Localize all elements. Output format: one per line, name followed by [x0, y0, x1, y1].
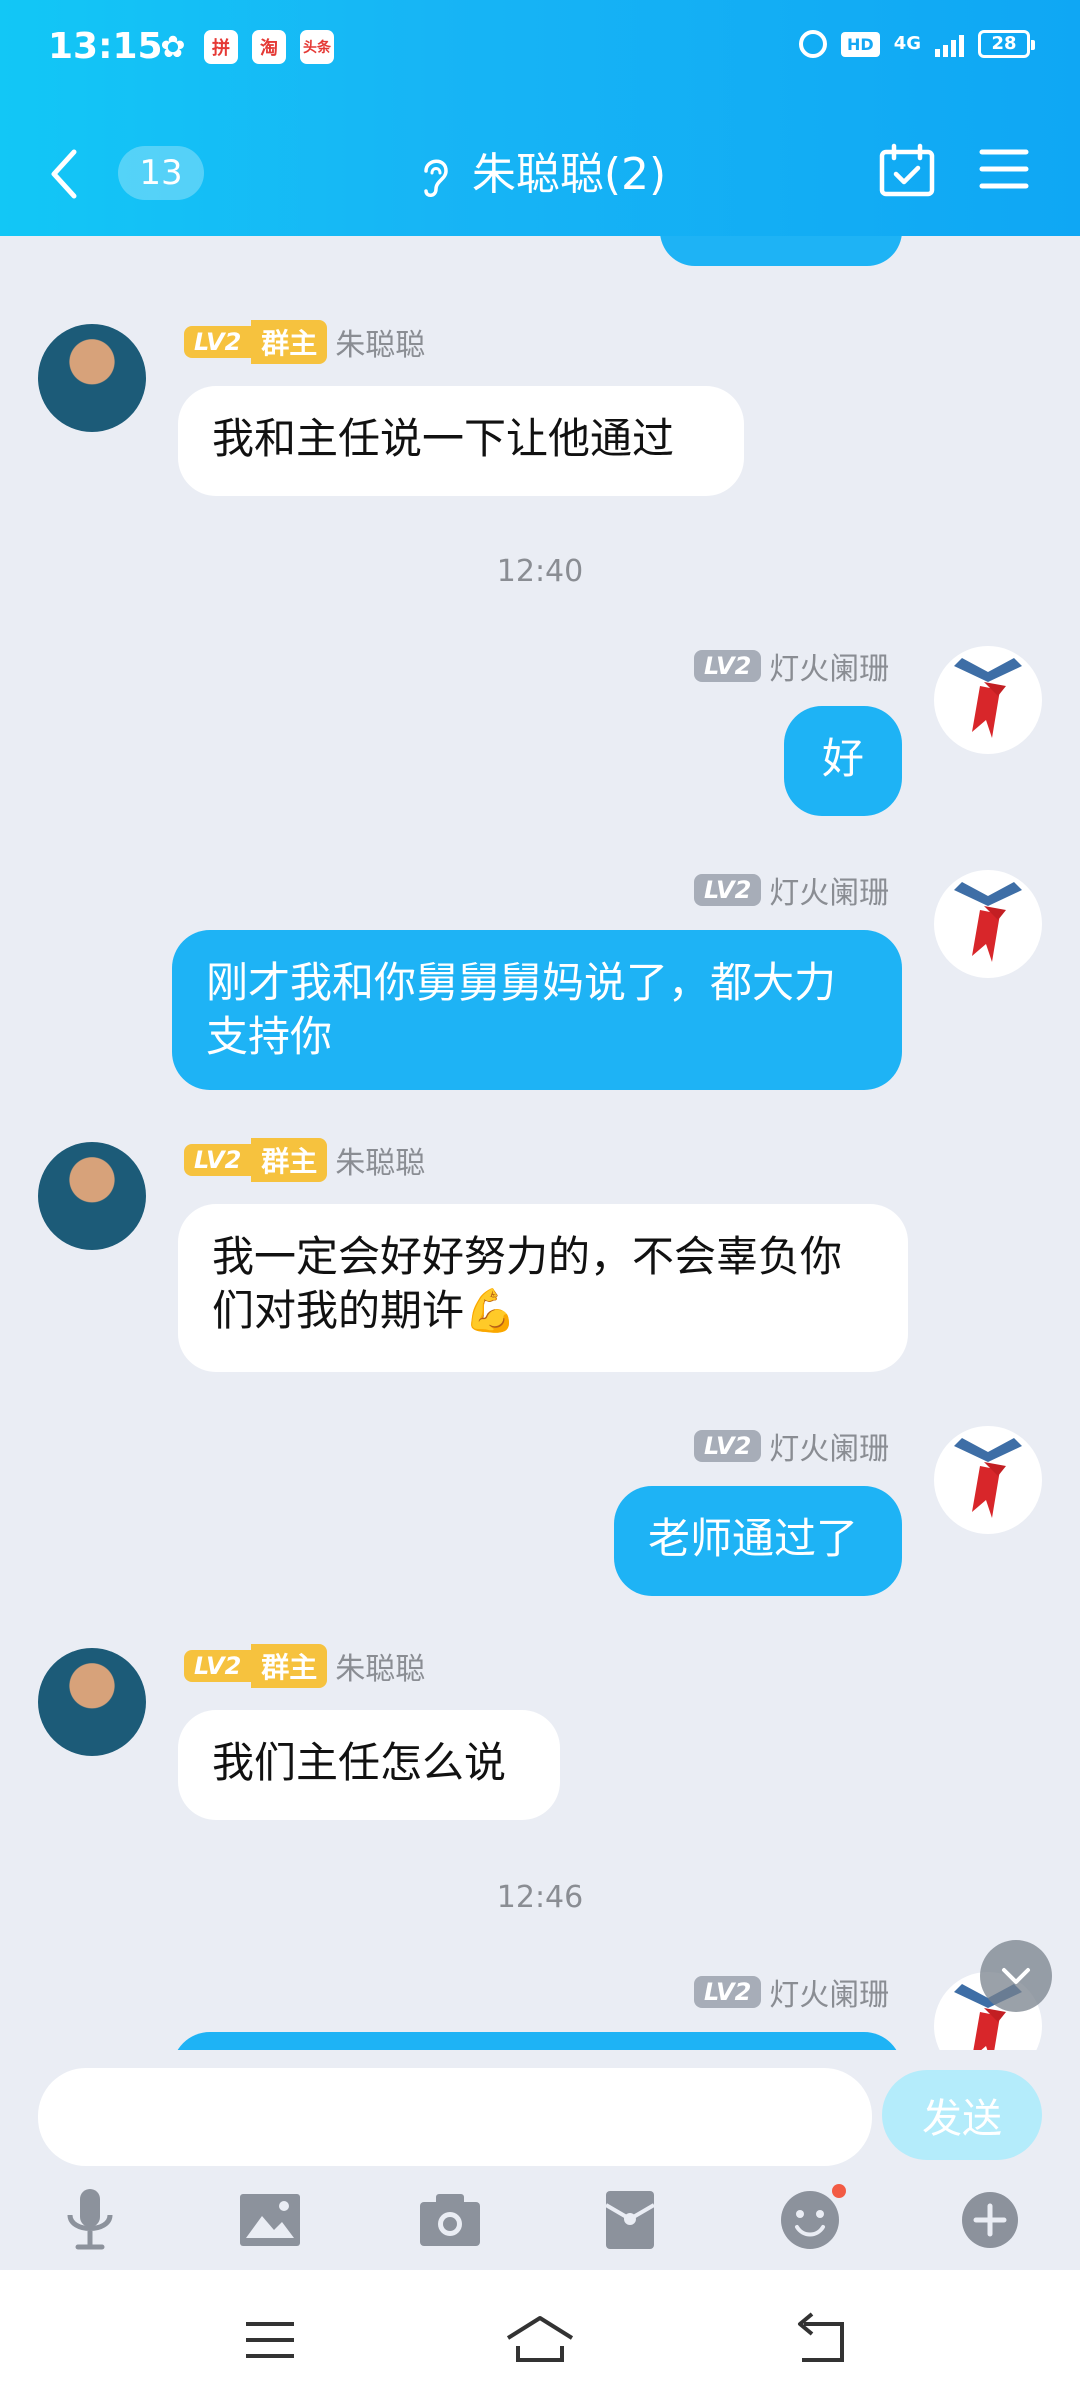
- sender-name: 灯火阑珊: [769, 1432, 890, 1467]
- message-bubble[interactable]: 我和主任说一下让他通过: [178, 386, 744, 496]
- system-status: HD 4G 28: [799, 30, 1035, 58]
- microphone-icon[interactable]: [50, 2180, 130, 2260]
- taobao-icon: 淘: [252, 30, 286, 64]
- avatar[interactable]: [38, 324, 146, 432]
- owner-badge: 群主: [251, 1138, 328, 1182]
- avatar[interactable]: [38, 1142, 146, 1250]
- calendar-check-icon[interactable]: [878, 142, 936, 200]
- sender-meta: LV2 灯火阑珊: [694, 1970, 889, 2014]
- level-badge: LV2: [694, 650, 762, 682]
- pinduoduo-icon: 拼: [204, 30, 238, 64]
- avatar[interactable]: [934, 1426, 1042, 1534]
- message-bubble[interactable]: 我一定会好好努力的，不会辜负你们对我的期许💪: [178, 1204, 908, 1372]
- battery-icon: 28: [978, 30, 1035, 58]
- camera-icon[interactable]: [410, 2180, 490, 2260]
- chat-navbar: 13 朱聪聪(2): [0, 110, 1080, 230]
- clipped-message-bubble[interactable]: [660, 236, 902, 266]
- avatar[interactable]: [934, 646, 1042, 754]
- avatar-scarf-icon: [954, 1438, 1022, 1518]
- alarm-icon: [799, 30, 828, 58]
- level-badge: LV2: [184, 1144, 252, 1176]
- signal-icon: [935, 31, 964, 57]
- sender-meta: LV2 灯火阑珊: [694, 1424, 889, 1468]
- message-input[interactable]: [38, 2068, 872, 2166]
- chat-messages[interactable]: LV2 群主 朱聪聪 我和主任说一下让他通过 12:40 LV2 灯火阑珊 好 LV2…: [0, 236, 1080, 2050]
- sender-meta: LV2 灯火阑珊: [694, 644, 889, 688]
- avatar[interactable]: [38, 1648, 146, 1756]
- home-icon[interactable]: [500, 2310, 580, 2370]
- input-toolbar: [0, 2170, 1080, 2270]
- level-badge: LV2: [694, 874, 762, 906]
- avatar[interactable]: [934, 870, 1042, 978]
- level-badge: LV2: [184, 326, 252, 358]
- header: 13:15 ✿ 拼 淘 头条 HD 4G 28 13 朱聪聪(2): [0, 0, 1080, 236]
- plus-icon[interactable]: [950, 2180, 1030, 2260]
- sender-name: 朱聪聪: [335, 1652, 426, 1687]
- back-nav-icon[interactable]: [780, 2310, 860, 2370]
- message-bubble[interactable]: 刚才我和你舅舅舅妈说了，都大力支持你: [172, 930, 902, 1090]
- message-bubble[interactable]: 我们主任怎么说: [178, 1710, 560, 1820]
- chat-title-text: 朱聪聪(2): [471, 149, 667, 200]
- sender-name: 灯火阑珊: [769, 1978, 890, 2013]
- system-navigation-bar: [0, 2270, 1080, 2400]
- level-badge: LV2: [694, 1430, 762, 1462]
- hd-icon: HD: [841, 31, 880, 57]
- status-bar: 13:15 ✿ 拼 淘 头条 HD 4G 28: [0, 0, 1080, 100]
- avatar-scarf-icon: [954, 658, 1022, 738]
- ear-icon: [424, 159, 448, 197]
- sender-name: 灯火阑珊: [769, 876, 890, 911]
- scroll-to-bottom-button[interactable]: [980, 1940, 1052, 2012]
- emoji-icon[interactable]: [770, 2180, 850, 2260]
- toutiao-icon: 头条: [300, 30, 334, 64]
- send-button[interactable]: 发送: [882, 2070, 1042, 2160]
- network-type: 4G: [893, 33, 921, 54]
- recent-apps-icon[interactable]: [230, 2310, 310, 2370]
- sender-name: 朱聪聪: [335, 1146, 426, 1181]
- owner-badge: 群主: [251, 320, 328, 364]
- sender-meta: LV2 群主 朱聪聪: [184, 1138, 425, 1182]
- timestamp: 12:46: [496, 1880, 584, 1915]
- input-bar: 发送: [0, 2050, 1080, 2170]
- notification-icons: ✿ 拼 淘 头条: [156, 29, 334, 65]
- message-bubble[interactable]: 老师通过了: [614, 1486, 902, 1596]
- owner-badge: 群主: [251, 1644, 328, 1688]
- sender-name: 朱聪聪: [335, 328, 426, 363]
- sender-meta: LV2 群主 朱聪聪: [184, 320, 425, 364]
- wechat-icon: ✿: [160, 29, 186, 65]
- sender-meta: LV2 群主 朱聪聪: [184, 1644, 425, 1688]
- menu-icon[interactable]: [978, 144, 1030, 194]
- red-packet-icon[interactable]: [590, 2180, 670, 2260]
- chevron-down-icon: [1002, 1968, 1030, 1984]
- notification-dot: [832, 2184, 846, 2198]
- sender-name: 灯火阑珊: [769, 652, 890, 687]
- sender-meta: LV2 灯火阑珊: [694, 868, 889, 912]
- status-time: 13:15: [48, 26, 163, 67]
- level-badge: LV2: [694, 1976, 762, 2008]
- message-bubble[interactable]: [172, 2032, 902, 2050]
- image-icon[interactable]: [230, 2180, 310, 2260]
- message-bubble[interactable]: 好: [784, 706, 902, 816]
- level-badge: LV2: [184, 1650, 252, 1682]
- avatar-scarf-icon: [954, 882, 1022, 962]
- timestamp: 12:40: [496, 554, 584, 589]
